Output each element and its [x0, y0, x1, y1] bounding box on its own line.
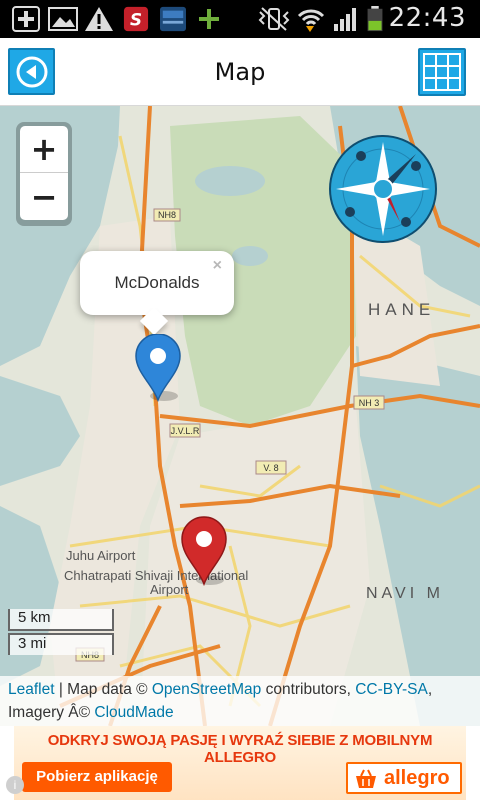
attribution-text-2: contributors,	[261, 681, 356, 698]
scale-mi: 3 mi	[8, 633, 114, 655]
grid-menu-icon	[423, 53, 461, 91]
scale-bar: 5 km 3 mi	[8, 609, 114, 655]
ad-info-icon[interactable]: i	[6, 776, 24, 794]
ad-logo: allegro	[346, 762, 462, 794]
map-attribution: Leaflet | Map data © OpenStreetMap contr…	[0, 676, 480, 726]
ad-banner[interactable]: ODKRYJ SWOJĄ PASJĘ I WYRAŹ SIEBIE Z MOBI…	[0, 726, 480, 800]
ad-brand-text: allegro	[384, 767, 450, 789]
zoom-out-button[interactable]: −	[20, 173, 68, 220]
screen: S 22:43 Map NH8 NH 3 J.V.L.R V. 8 NH8 HA…	[0, 0, 480, 800]
map-view[interactable]: NH8 NH 3 J.V.L.R V. 8 NH8 HANE Juhu Airp…	[0, 106, 480, 726]
compass-icon[interactable]	[328, 134, 438, 244]
route-label-nh8: NH8	[158, 210, 176, 220]
ad-headline: ODKRYJ SWOJĄ PASJĘ I WYRAŹ SIEBIE Z MOBI…	[47, 732, 433, 766]
status-bar: S 22:43	[0, 0, 480, 38]
android-icon	[199, 9, 219, 29]
red-marker[interactable]	[180, 516, 228, 586]
page-title: Map	[214, 58, 266, 86]
basket-icon	[356, 769, 376, 788]
popup-title: McDonalds	[114, 273, 200, 292]
battery-icon	[367, 6, 383, 32]
clock-time: 22:43	[388, 3, 466, 33]
image-icon	[48, 7, 78, 31]
scale-km: 5 km	[8, 609, 114, 631]
attribution-comma: ,	[427, 681, 433, 698]
marker-popup: × McDonalds	[80, 251, 234, 336]
grid-menu-button[interactable]	[418, 48, 466, 96]
route-label-v8: V. 8	[263, 463, 278, 473]
cc-by-sa-link[interactable]: CC-BY-SA	[355, 681, 428, 698]
wifi-icon	[297, 9, 325, 32]
ad-download-button[interactable]: Pobierz aplikację	[22, 762, 172, 792]
blue-marker[interactable]	[134, 334, 182, 402]
place-label-juhu-airport: Juhu Airport	[66, 548, 136, 563]
ad-content[interactable]: ODKRYJ SWOJĄ PASJĘ I WYRAŹ SIEBIE Z MOBI…	[14, 726, 466, 800]
signal-icon	[334, 8, 356, 31]
route-label-nh3: NH 3	[359, 398, 380, 408]
app-weather-icon	[160, 6, 186, 32]
openstreetmap-link[interactable]: OpenStreetMap	[152, 681, 261, 698]
vibrate-icon	[258, 7, 290, 31]
plus-icon	[12, 6, 40, 32]
place-label-navi-mumbai: NAVI M	[366, 585, 444, 602]
svg-text:S: S	[130, 10, 142, 30]
app-s-icon: S	[123, 6, 149, 32]
cloudmade-link[interactable]: CloudMade	[94, 704, 173, 721]
place-label-thane: HANE	[368, 300, 435, 319]
warning-icon	[85, 7, 113, 31]
title-bar: Map	[0, 38, 480, 106]
zoom-control: + −	[16, 122, 72, 226]
zoom-in-button[interactable]: +	[20, 126, 68, 173]
leaflet-link[interactable]: Leaflet	[8, 681, 55, 698]
route-label-jvlr: J.V.L.R	[171, 426, 200, 436]
attribution-text-1: | Map data ©	[54, 681, 152, 698]
attribution-text-3: Imagery Â©	[8, 704, 95, 721]
